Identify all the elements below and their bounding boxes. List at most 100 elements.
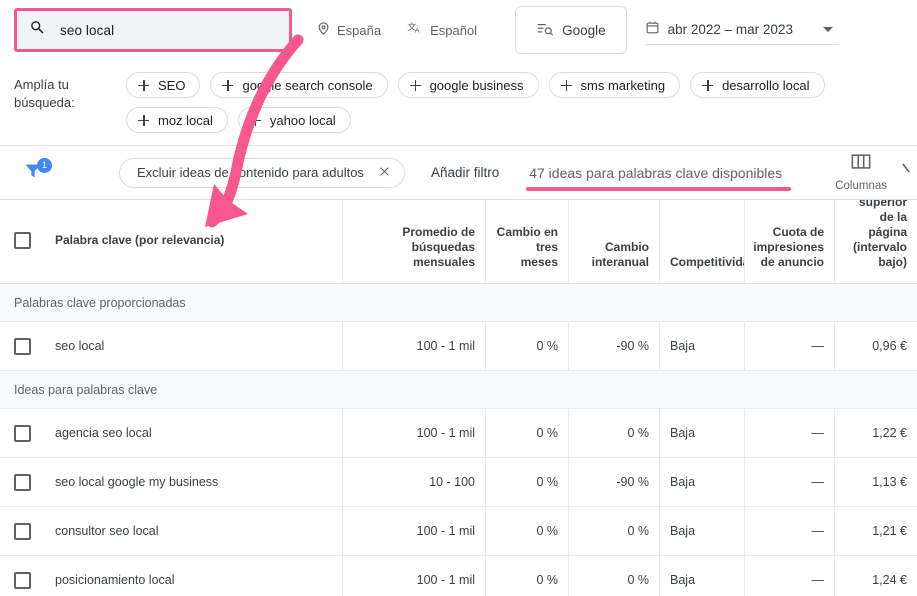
- row-top-bid-low: 1,21 €: [834, 507, 917, 555]
- row-change-yoy: -90 %: [568, 458, 659, 506]
- filter-button[interactable]: 1: [22, 157, 52, 186]
- language-label: Español: [430, 22, 478, 38]
- expand-chip-label: sms marketing: [580, 77, 666, 93]
- row-change-3m: 0 %: [485, 507, 568, 555]
- header-label-keyword: Palabra clave (por relevancia): [55, 232, 225, 247]
- table-row[interactable]: consultor seo local 100 - 1 mil 0 % 0 % …: [0, 507, 917, 556]
- keyword-ideas-table: Palabra clave (por relevancia) Promedio …: [0, 200, 917, 596]
- search-network-label: Google: [562, 22, 606, 38]
- row-checkbox[interactable]: [14, 473, 31, 491]
- row-avg-searches: 100 - 1 mil: [342, 507, 485, 555]
- row-keyword-label: posicionamiento local: [55, 573, 175, 587]
- table-row[interactable]: seo local 100 - 1 mil 0 % -90 % Baja — 0…: [0, 322, 917, 371]
- row-competition: Baja: [659, 458, 744, 506]
- search-network-icon: [536, 21, 554, 40]
- search-input-highlight: seo local: [14, 8, 292, 52]
- expand-chip[interactable]: desarrollo local: [690, 72, 825, 98]
- plus-icon: [138, 79, 149, 91]
- row-change-3m: 0 %: [485, 458, 568, 506]
- table-row[interactable]: posicionamiento local 100 - 1 mil 0 % 0 …: [0, 556, 917, 596]
- filter-toolbar: 1 Excluir ideas de contenido para adulto…: [0, 146, 917, 200]
- chevron-down-icon: [822, 27, 833, 32]
- ideas-available-text: 47 ideas para palabras clave disponibles: [526, 164, 792, 191]
- plus-icon: [409, 79, 421, 91]
- row-checkbox[interactable]: [14, 424, 31, 442]
- row-checkbox[interactable]: [14, 522, 31, 540]
- select-all-checkbox[interactable]: [14, 231, 31, 249]
- section-title: Ideas para palabras clave: [14, 382, 158, 397]
- expand-chip-label: desarrollo local: [722, 77, 810, 93]
- row-top-bid-low: 1,13 €: [834, 458, 917, 506]
- plus-icon: [702, 79, 714, 91]
- active-filter-label: Excluir ideas de contenido para adultos: [137, 165, 364, 180]
- row-top-bid-low: 1,24 €: [834, 556, 917, 596]
- expand-chip[interactable]: google business: [397, 72, 539, 98]
- row-change-yoy: 0 %: [568, 507, 659, 555]
- expand-chip[interactable]: google search console: [210, 72, 388, 98]
- expand-chip-label: moz local: [158, 112, 213, 128]
- row-ad-impression-share: —: [744, 409, 834, 457]
- row-keyword-label: seo local: [55, 339, 105, 353]
- header-cell-top-bid-low[interactable]: Puja por la parte superior de la página …: [834, 200, 917, 283]
- row-change-3m: 0 %: [485, 409, 568, 457]
- plus-icon: [222, 79, 234, 91]
- location-label: España: [337, 22, 382, 38]
- annotation-underline: [526, 186, 792, 191]
- row-keyword-cell: seo local google my business: [0, 458, 342, 506]
- search-network-selector[interactable]: Google: [515, 6, 627, 54]
- header-cell-avg-searches[interactable]: Promedio de búsquedas mensuales: [342, 200, 485, 283]
- row-change-yoy: 0 %: [568, 556, 659, 596]
- svg-text:A: A: [415, 28, 420, 35]
- row-change-yoy: -90 %: [568, 322, 659, 370]
- language-selector[interactable]: 文 A Español: [407, 21, 477, 39]
- header-cell-ad-impression-share[interactable]: Cuota de impresiones de anuncio: [744, 200, 834, 283]
- header-cell-competition[interactable]: Competitividad: [659, 200, 744, 283]
- calendar-icon: [645, 20, 660, 40]
- expand-chip-label: google business: [429, 77, 524, 93]
- table-section-header: Ideas para palabras clave: [0, 371, 917, 409]
- columns-icon: [850, 152, 872, 177]
- row-top-bid-low: 1,22 €: [834, 409, 917, 457]
- expand-chip-label: SEO: [158, 77, 186, 93]
- row-ad-impression-share: —: [744, 507, 834, 555]
- row-avg-searches: 100 - 1 mil: [342, 322, 485, 370]
- row-keyword-cell: agencia seo local: [0, 409, 342, 457]
- row-avg-searches: 100 - 1 mil: [342, 409, 485, 457]
- columns-button[interactable]: Columnas: [835, 152, 887, 192]
- row-competition: Baja: [659, 556, 744, 596]
- row-ad-impression-share: —: [744, 458, 834, 506]
- translate-icon: 文 A: [407, 21, 424, 39]
- plus-icon: [249, 114, 261, 126]
- row-checkbox[interactable]: [14, 337, 31, 355]
- row-avg-searches: 10 - 100: [342, 458, 485, 506]
- date-range-selector[interactable]: abr 2022 – mar 2023: [644, 15, 839, 45]
- row-checkbox[interactable]: [14, 571, 31, 589]
- date-range-label: abr 2022 – mar 2023: [667, 22, 793, 37]
- ideas-available-label: 47 ideas para palabras clave disponibles: [529, 164, 783, 181]
- download-icon-partial[interactable]: [901, 162, 915, 184]
- expand-chip-label: google search console: [242, 77, 373, 93]
- row-keyword-label: consultor seo local: [55, 524, 159, 538]
- location-selector[interactable]: España: [316, 21, 381, 39]
- active-filter-chip[interactable]: Excluir ideas de contenido para adultos: [119, 157, 405, 188]
- header-cell-change-3m[interactable]: Cambio en tres meses: [485, 200, 568, 283]
- search-input[interactable]: seo local: [17, 11, 289, 49]
- row-ad-impression-share: —: [744, 322, 834, 370]
- expand-chip[interactable]: yahoo local: [237, 107, 351, 133]
- add-filter-button[interactable]: Añadir filtro: [431, 165, 499, 180]
- table-row[interactable]: agencia seo local 100 - 1 mil 0 % 0 % Ba…: [0, 409, 917, 458]
- table-row[interactable]: seo local google my business 10 - 100 0 …: [0, 458, 917, 507]
- row-ad-impression-share: —: [744, 556, 834, 596]
- search-input-value: seo local: [60, 22, 115, 38]
- header-cell-keyword[interactable]: Palabra clave (por relevancia): [0, 200, 342, 283]
- expand-search-chip-list: SEO google search console google busines…: [126, 70, 917, 133]
- expand-chip[interactable]: moz local: [126, 107, 228, 133]
- row-competition: Baja: [659, 507, 744, 555]
- row-competition: Baja: [659, 322, 744, 370]
- search-icon: [29, 19, 46, 41]
- expand-chip[interactable]: sms marketing: [548, 72, 681, 98]
- close-icon[interactable]: [378, 165, 391, 181]
- expand-chip[interactable]: SEO: [126, 72, 201, 98]
- row-change-yoy: 0 %: [568, 409, 659, 457]
- header-cell-change-yoy[interactable]: Cambio interanual: [568, 200, 659, 283]
